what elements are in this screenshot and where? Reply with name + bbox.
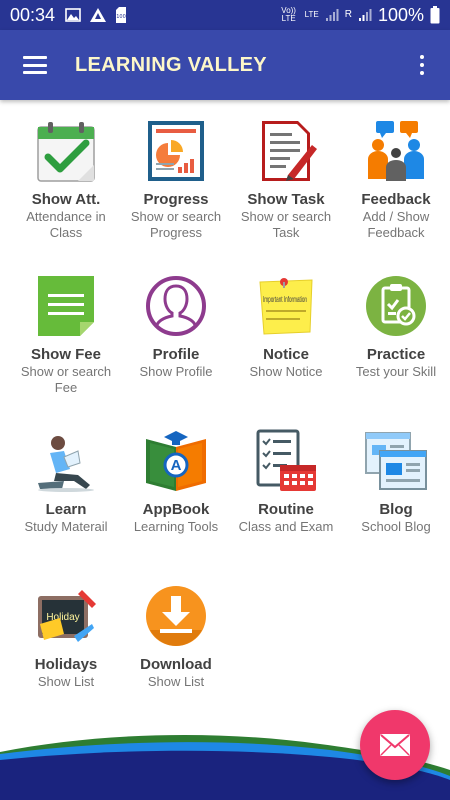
- more-vert-icon[interactable]: [394, 30, 450, 100]
- tile-blog[interactable]: Blog School Blog: [341, 425, 450, 580]
- alert-triangle-icon: [89, 7, 107, 23]
- tile-title: AppBook: [142, 501, 210, 518]
- tile-download[interactable]: Download Show List: [121, 580, 231, 735]
- tile-title: Practice: [366, 346, 426, 363]
- sticky-note-icon: Important Information: [254, 274, 318, 338]
- note-text: Important Information: [263, 295, 307, 304]
- battery-percent: 100%: [377, 4, 424, 25]
- tile-show-task[interactable]: Show Task Show or search Task: [231, 115, 341, 270]
- app-bar: LEARNING VALLEY: [0, 30, 450, 100]
- feature-grid: Show Att. Attendance in Class Progress S…: [11, 115, 450, 735]
- tile-subtitle: Show or search Fee: [20, 364, 112, 395]
- tile-subtitle: School Blog: [361, 519, 431, 534]
- tile-title: Feedback: [361, 191, 431, 208]
- document-pen-icon: [254, 119, 318, 183]
- tile-title: Profile: [152, 346, 200, 363]
- tile-subtitle: Show Profile: [139, 364, 213, 379]
- download-circle-icon: [144, 584, 208, 648]
- signal-strength-icon: [358, 8, 372, 22]
- tile-practice[interactable]: Practice Test your Skill: [341, 270, 450, 425]
- volte-label: Vo)) LTE: [281, 6, 296, 23]
- tile-subtitle: Add / Show Feedback: [362, 209, 430, 240]
- book-letter-icon: A: [144, 429, 208, 493]
- tile-subtitle: Test your Skill: [355, 364, 437, 379]
- holiday-board-icon: Holiday: [34, 584, 98, 648]
- tile-subtitle: Class and Exam: [238, 519, 334, 534]
- tile-subtitle: Show or search Progress: [130, 209, 222, 240]
- status-bar: 00:34 100 Vo)) LTE LTE R 100%: [0, 0, 450, 30]
- tile-feedback[interactable]: Feedback Add / Show Feedback: [341, 115, 450, 270]
- hamburger-menu-icon[interactable]: [0, 30, 70, 100]
- clipboard-check-icon: [364, 274, 428, 338]
- tile-title: Holidays: [34, 656, 98, 673]
- tile-subtitle: Show List: [37, 674, 95, 689]
- report-chart-icon: [144, 119, 208, 183]
- tile-title: Download: [140, 656, 212, 673]
- tile-profile[interactable]: Profile Show Profile: [121, 270, 231, 425]
- tile-title: Progress: [143, 191, 209, 208]
- sd-card-label: 100: [116, 14, 126, 20]
- tile-subtitle: Attendance in Class: [26, 209, 106, 240]
- tile-subtitle: Show Notice: [249, 364, 323, 379]
- status-time: 00:34: [10, 4, 56, 25]
- tile-appbook[interactable]: A AppBook Learning Tools: [121, 425, 231, 580]
- tile-learn[interactable]: Learn Study Materail: [11, 425, 121, 580]
- tile-show-fee[interactable]: Show Fee Show or search Fee: [11, 270, 121, 425]
- signal-icon: [325, 8, 339, 22]
- app-title: LEARNING VALLEY: [75, 53, 267, 76]
- book-letter: A: [171, 457, 182, 474]
- mail-fab-button[interactable]: [360, 710, 430, 780]
- tile-progress[interactable]: Progress Show or search Progress: [121, 115, 231, 270]
- tile-title: Notice: [263, 346, 309, 363]
- browser-windows-icon: [364, 429, 428, 493]
- student-reading-icon: [34, 429, 98, 493]
- sd-card-icon: 100: [115, 7, 127, 23]
- mail-icon: [380, 734, 410, 756]
- tile-subtitle: Show List: [147, 674, 205, 689]
- tile-title: Blog: [379, 501, 413, 518]
- tile-subtitle: Learning Tools: [133, 519, 219, 534]
- tile-show-attendance[interactable]: Show Att. Attendance in Class: [11, 115, 121, 270]
- lte-label: LTE: [304, 10, 319, 19]
- green-document-icon: [34, 274, 98, 338]
- tile-routine[interactable]: Routine Class and Exam: [231, 425, 341, 580]
- battery-icon: [430, 6, 440, 24]
- roaming-label: R: [344, 9, 352, 20]
- people-chat-icon: [364, 119, 428, 183]
- gallery-icon: [65, 8, 81, 22]
- tile-title: Routine: [258, 501, 314, 518]
- user-circle-icon: [144, 274, 208, 338]
- calendar-check-icon: [34, 119, 98, 183]
- tile-subtitle: Study Materail: [24, 519, 108, 534]
- tile-title: Show Fee: [30, 346, 101, 363]
- tile-holidays[interactable]: Holiday Holidays Show List: [11, 580, 121, 735]
- tile-notice[interactable]: Important Information Notice Show Notice: [231, 270, 341, 425]
- tile-title: Learn: [45, 501, 87, 518]
- tile-title: Show Att.: [31, 191, 101, 208]
- tile-title: Show Task: [247, 191, 325, 208]
- tile-subtitle: Show or search Task: [240, 209, 332, 240]
- checklist-calendar-icon: [254, 429, 318, 493]
